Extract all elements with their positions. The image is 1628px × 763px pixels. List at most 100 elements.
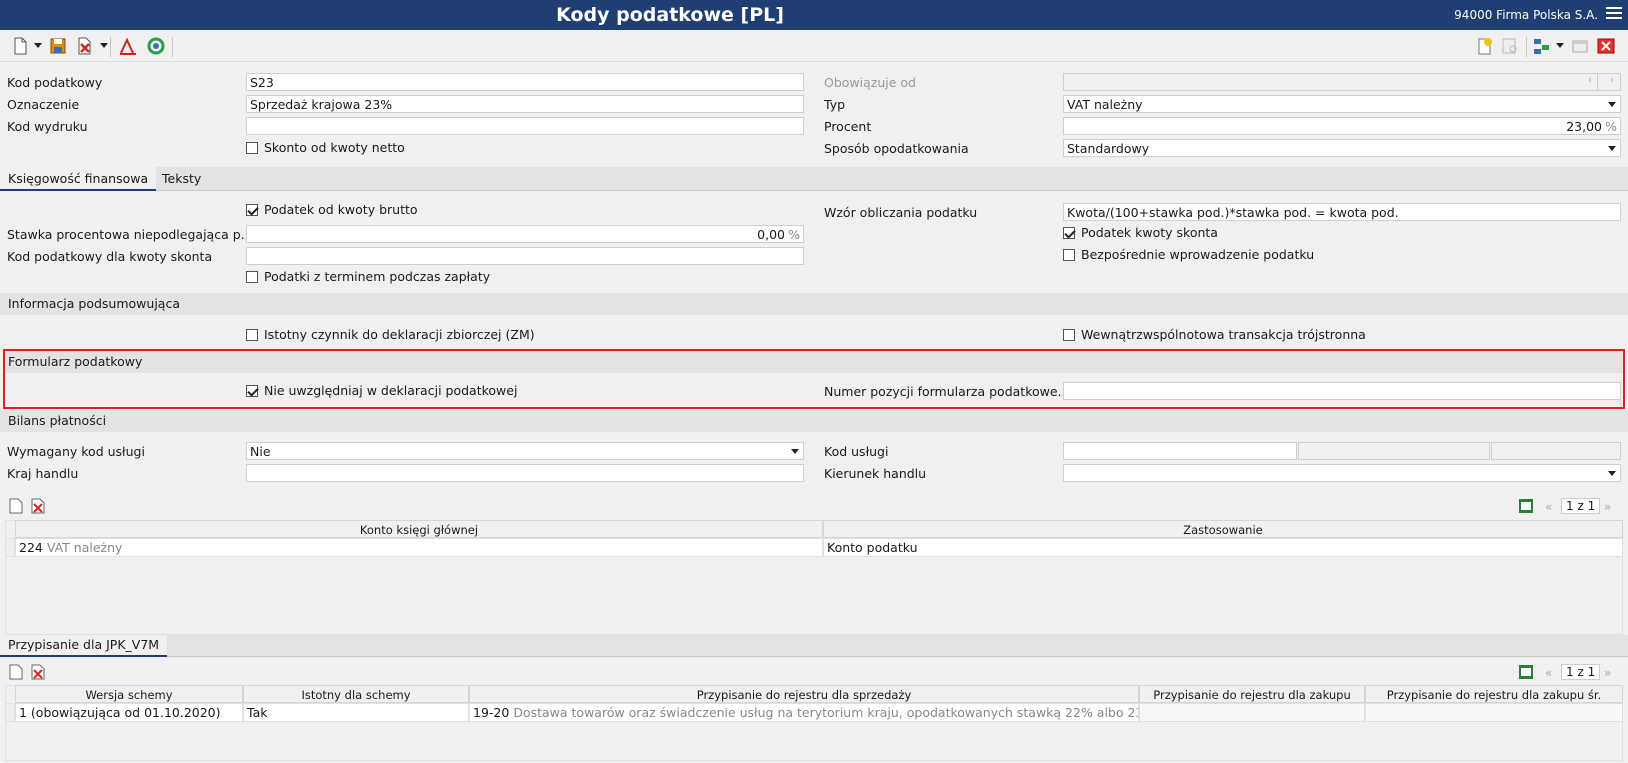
jpk-export-excel-icon[interactable] [1518,664,1536,680]
procent-label: Procent [824,119,872,134]
stawka-input[interactable]: 0,00% [246,225,804,243]
company-label: 94000 Firma Polska S.A. [1454,8,1598,22]
window-title: Kody podatkowe [PL] [556,4,784,26]
highlight-box [3,349,1625,409]
wersja-cell[interactable]: 1 (obowiązująca od 01.10.2020) [15,703,243,722]
zm-checkbox[interactable] [246,329,258,341]
kraj-input[interactable] [246,464,804,482]
table-row[interactable]: 224 VAT należny [15,538,823,557]
jpk-pager: 1 z 1 [1561,664,1601,680]
istotny-cell[interactable]: Tak [243,703,469,722]
chevron-down-icon [1608,471,1616,476]
jpk-last-page-icon: » [1604,666,1612,680]
kierunek-select[interactable] [1063,464,1621,482]
kod-uslugi-label: Kod usługi [824,444,889,459]
podatek-skonta-label: Podatek kwoty skonta [1081,225,1218,240]
chevron-down-icon [1608,146,1616,151]
zakup-st-cell[interactable] [1365,703,1623,722]
prev-arrow-icon: ‹ [1588,75,1592,86]
podatki-termin-label: Podatki z terminem podczas zapłaty [264,269,491,284]
check-red-icon[interactable] [118,36,138,56]
stawka-label: Stawka procentowa niepodlegająca p... [7,227,253,242]
tree-settings-icon[interactable] [1532,36,1552,56]
accounts-pager: 1 z 1 [1561,498,1601,514]
kierunek-label: Kierunek handlu [824,466,927,481]
wymagany-select[interactable]: Nie [246,442,804,460]
sprzedaz-cell[interactable]: 19-20 Dostawa towarów oraz świadczenie u… [469,703,1139,722]
skonto-checkbox[interactable] [246,142,258,154]
export-excel-icon[interactable] [1518,498,1536,514]
hamburger-menu-icon[interactable] [1606,7,1622,21]
save-icon[interactable] [48,36,68,56]
minimize-window-icon[interactable] [1570,36,1590,56]
delete-dropdown-icon[interactable] [100,43,108,48]
tree-dropdown-icon[interactable] [1556,43,1564,48]
trojstronna-checkbox[interactable] [1063,329,1075,341]
chevron-down-icon [791,449,799,454]
col-wersja[interactable]: Wersja schemy [15,685,243,703]
col-zakup[interactable]: Przypisanie do rejestru dla zakupu [1139,685,1365,703]
kod-uslugi-desc1 [1298,442,1490,460]
stawka-value: 0,00 [757,227,785,242]
jpk-first-page-icon: « [1545,666,1553,680]
obowiazuje-input: ‹ › [1063,73,1621,91]
close-window-icon[interactable] [1596,36,1616,56]
next-arrow-icon: › [1610,75,1614,86]
skonto-label: Skonto od kwoty netto [264,140,405,155]
oznaczenie-label: Oznaczenie [7,97,80,112]
chevron-down-icon [1608,102,1616,107]
jpk-delete-icon[interactable] [31,664,45,680]
podatek-brutto-label: Podatek od kwoty brutto [264,202,418,217]
zakup-cell[interactable] [1139,703,1365,722]
zastosowanie-cell[interactable]: Konto podatku [823,538,1623,557]
kod-podatkowy-input[interactable]: S23 [246,73,804,91]
konto-name: VAT należny [46,540,123,555]
procent-input[interactable]: 23,00% [1063,117,1621,135]
obowiazuje-label: Obowiązuje od [824,75,916,90]
sprzedaz-code: 19-20 [473,705,510,720]
new-dropdown-icon[interactable] [34,43,42,48]
sposob-select[interactable]: Standardowy [1063,139,1621,157]
oznaczenie-input[interactable]: Sprzedaż krajowa 23% [246,95,804,113]
first-page-icon: « [1545,500,1553,514]
wzor-label: Wzór obliczania podatku [824,205,978,220]
grid-delete-icon[interactable] [31,498,45,514]
toolbar [0,30,1628,62]
wzor-input[interactable]: Kwota/(100+stawka pod.)*stawka pod. = kw… [1063,203,1621,221]
kod-skonta-label: Kod podatkowy dla kwoty skonta [7,249,213,264]
new-document-icon[interactable] [10,36,30,56]
typ-value: VAT należny [1067,97,1143,112]
bezposrednie-checkbox[interactable] [1063,249,1075,261]
summary-section: Informacja podsumowująca [0,293,1628,315]
delete-icon[interactable] [74,36,94,56]
sprzedaz-desc: Dostawa towarów oraz świadczenie usług n… [513,705,1139,720]
col-zakup-st[interactable]: Przypisanie do rejestru dla zakupu śr. t… [1365,685,1623,716]
sposob-label: Sposób opodatkowania [824,141,969,156]
wymagany-value: Nie [250,444,271,459]
podatki-termin-checkbox[interactable] [246,271,258,283]
col-zastosowanie[interactable]: Zastosowanie [823,520,1623,538]
jpk-new-icon[interactable] [9,664,23,680]
podatek-brutto-checkbox[interactable] [246,204,258,216]
kod-wydruku-input[interactable] [246,117,804,135]
typ-select[interactable]: VAT należny [1063,95,1621,113]
kod-podatkowy-label: Kod podatkowy [7,75,103,90]
typ-label: Typ [824,97,846,112]
col-konto[interactable]: Konto księgi głównej [15,520,823,538]
podatek-skonta-checkbox[interactable] [1063,227,1075,239]
col-sprzedaz[interactable]: Przypisanie do rejestru dla sprzedaży [469,685,1139,703]
tab-teksty[interactable]: Teksty [154,167,209,191]
tab-ksiegowosc[interactable]: Księgowość finansowa [0,167,157,191]
trojstronna-label: Wewnątrzwspólnotowa transakcja trójstron… [1081,327,1366,342]
jpk-tab-bar: Przypisanie dla JPK_V7M [0,635,1628,657]
grid-new-icon[interactable] [9,498,23,514]
col-istotny[interactable]: Istotny dla schemy [243,685,469,703]
new-record-star-icon[interactable] [1474,36,1494,56]
tab-jpk[interactable]: Przypisanie dla JPK_V7M [0,635,168,657]
sposob-value: Standardowy [1067,141,1150,156]
refresh-icon[interactable] [146,36,166,56]
procent-unit: % [1605,119,1617,134]
kod-uslugi-input[interactable] [1063,442,1297,460]
wymagany-label: Wymagany kod usługi [7,444,145,459]
kod-skonta-input[interactable] [246,247,804,265]
